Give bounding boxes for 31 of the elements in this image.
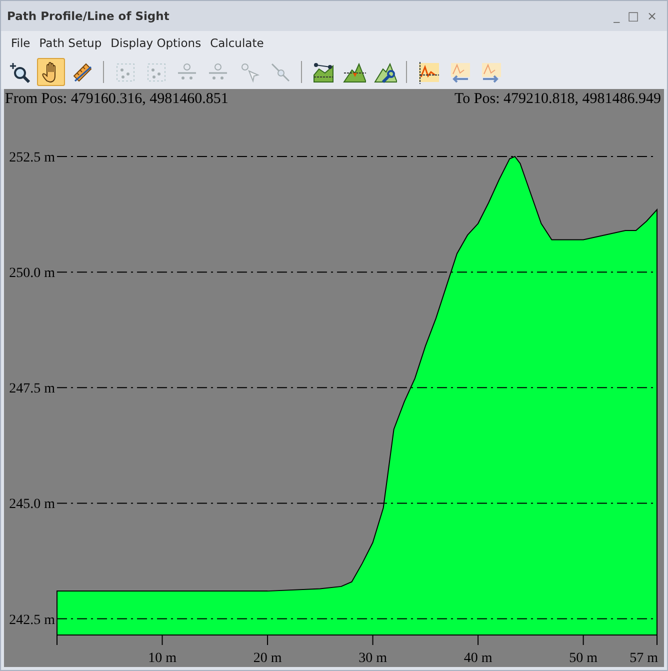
zoom-icon [8, 60, 32, 84]
menu-item[interactable]: Calculate [210, 36, 264, 50]
from-position: From Pos: 479160.316, 4981460.851 [5, 91, 228, 108]
points-icon [144, 60, 168, 84]
y-axis-label: 250.0 m [9, 266, 55, 282]
wrench-icon [374, 60, 396, 84]
x-axis-label: 57 m [630, 651, 658, 664]
x-axis-label: 10 m [148, 651, 176, 664]
y-axis-label: 245.0 m [9, 497, 55, 512]
x-axis-label: 50 m [569, 651, 598, 664]
y-axis-label: 252.5 m [9, 150, 55, 166]
to-position: To Pos: 479210.818, 4981486.949 [454, 91, 661, 108]
terrain-chart-icon [312, 60, 334, 84]
menu-item[interactable]: Display Options [110, 36, 202, 50]
y-axis-label: 247.5 m [9, 382, 55, 397]
y-axis-label: 242.5 m [9, 612, 55, 628]
window-title: Path Profile/Line of Sight [7, 9, 170, 23]
points-icon [114, 60, 136, 84]
ruler-icon [70, 60, 94, 84]
minimize-button[interactable]: _ [610, 9, 624, 23]
menu-item[interactable]: Path Setup [39, 36, 102, 50]
maximize-button[interactable]: □ [624, 9, 643, 23]
profile-icon [416, 60, 440, 84]
x-axis-label: 20 m [253, 651, 282, 664]
menu-item[interactable]: File [11, 36, 30, 50]
mountain-icon [342, 60, 366, 84]
tool-button[interactable] [37, 58, 65, 86]
x-axis-label: 30 m [358, 651, 387, 664]
close-button[interactable]: × [642, 9, 661, 23]
x-axis-label: 40 m [464, 651, 492, 664]
line-point-icon [268, 60, 292, 84]
